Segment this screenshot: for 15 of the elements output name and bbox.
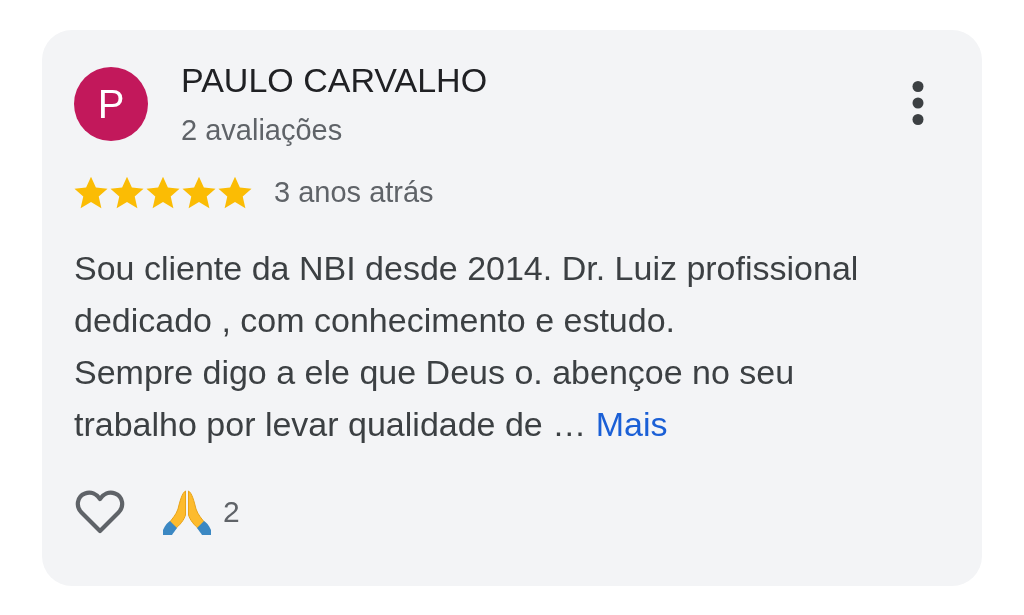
review-count: 2 avaliações bbox=[181, 113, 344, 148]
star-icon bbox=[218, 175, 252, 209]
reviewer-name: PAULO CARVALHO bbox=[181, 60, 488, 100]
more-link[interactable]: Mais bbox=[595, 405, 668, 443]
avatar: P bbox=[74, 67, 148, 141]
star-icon bbox=[146, 175, 180, 209]
review-date: 3 anos atrás bbox=[274, 175, 434, 210]
praying-hands-icon bbox=[163, 489, 211, 535]
heart-icon[interactable] bbox=[75, 489, 125, 535]
star-icon bbox=[74, 175, 108, 209]
star-icon bbox=[110, 175, 144, 209]
review-text: Sou cliente da NBI desde 2014. Dr. Luiz profissional dedicado , com conhecimento e estudo. Sempre digo a ele que Deus o. abençoe no seu trabalho por levar qualidade de … Mais bbox=[74, 248, 860, 445]
star-icon bbox=[182, 175, 216, 209]
more-menu-icon[interactable] bbox=[912, 81, 924, 125]
reaction-button[interactable]: 2 bbox=[163, 489, 240, 535]
